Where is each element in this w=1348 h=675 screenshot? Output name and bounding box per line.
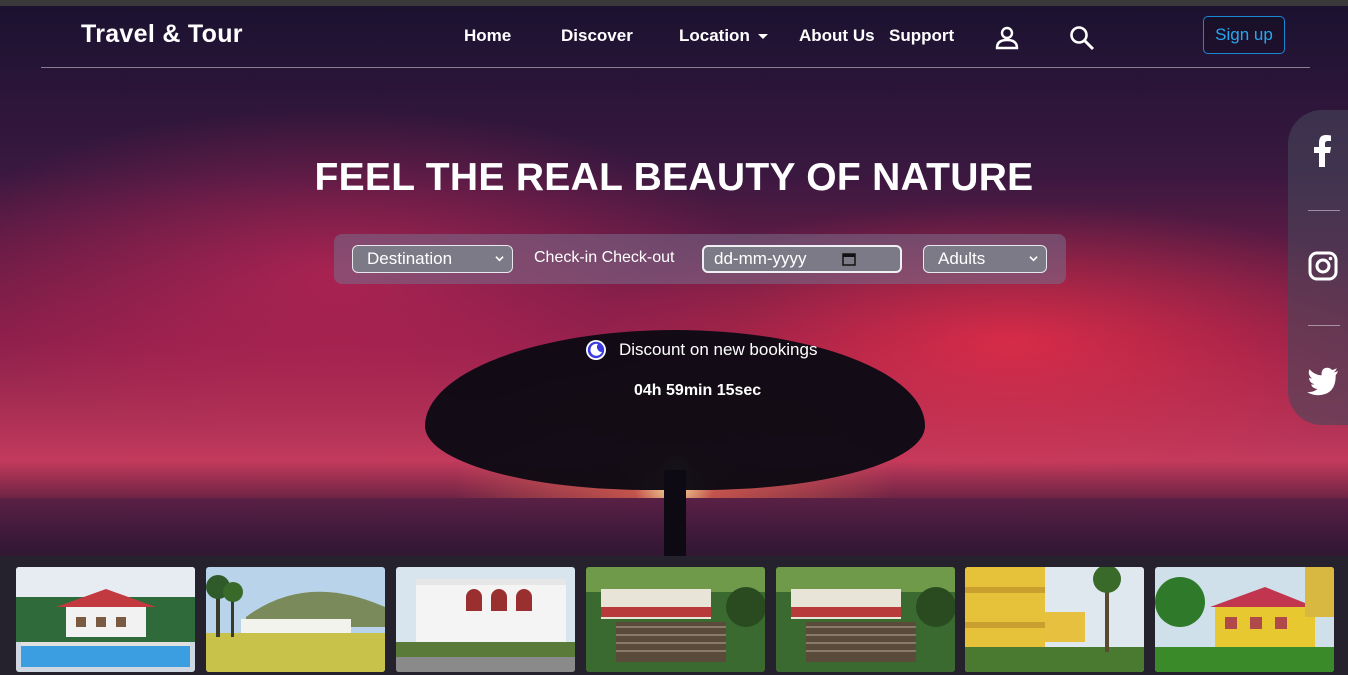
nav-divider [41, 67, 1310, 68]
thumbnail-yellow-house[interactable] [1155, 567, 1334, 672]
discount-banner: Discount on new bookings [585, 339, 817, 361]
chevron-down-icon [757, 34, 768, 40]
discount-text: Discount on new bookings [619, 340, 818, 359]
check-in-out-label: Check-in Check-out [534, 249, 675, 266]
destination-select[interactable]: Destination [352, 245, 513, 273]
thumbnail-garden-stairs[interactable] [776, 567, 955, 672]
date-input[interactable]: dd-mm-yyyy [702, 245, 902, 273]
nav-location[interactable]: Location [679, 26, 768, 46]
user-icon[interactable] [993, 24, 1021, 52]
nav-support[interactable]: Support [889, 26, 954, 46]
tree-trunk [664, 470, 686, 570]
adults-select-label: Adults [938, 249, 986, 268]
signup-button[interactable]: Sign up [1203, 16, 1285, 54]
thumbnail-yellow-house[interactable] [965, 567, 1144, 672]
brand-logo[interactable]: Travel & Tour [81, 20, 243, 49]
twitter-icon[interactable] [1306, 364, 1340, 398]
countdown-timer: 04h 59min 15sec [634, 382, 762, 399]
top-strip [0, 0, 1348, 6]
search-icon[interactable] [1068, 24, 1096, 52]
date-input-placeholder: dd-mm-yyyy [714, 249, 807, 268]
calendar-icon[interactable] [842, 252, 856, 266]
nav-home[interactable]: Home [464, 26, 511, 46]
moon-icon [586, 340, 606, 360]
social-separator [1308, 325, 1340, 326]
hero-headline: FEEL THE REAL BEAUTY OF NATURE [314, 156, 1034, 199]
nav-location-label: Location [679, 26, 750, 45]
thumbnail-white-mansion[interactable] [396, 567, 575, 672]
instagram-icon[interactable] [1306, 249, 1340, 283]
thumbnail-lawn-bungalow[interactable] [206, 567, 385, 672]
nav-about[interactable]: About Us [799, 26, 875, 46]
social-separator [1308, 210, 1340, 211]
chevron-down-icon [495, 256, 504, 262]
nav-discover[interactable]: Discover [561, 26, 633, 46]
booking-search-bar: Destination Check-in Check-out dd-mm-yyy… [334, 234, 1066, 284]
thumbnail-garden-stairs[interactable] [586, 567, 765, 672]
chevron-down-icon [1029, 256, 1038, 262]
destination-select-label: Destination [367, 249, 453, 268]
adults-select[interactable]: Adults [923, 245, 1047, 273]
thumbnail-villa-pool[interactable] [16, 567, 195, 672]
